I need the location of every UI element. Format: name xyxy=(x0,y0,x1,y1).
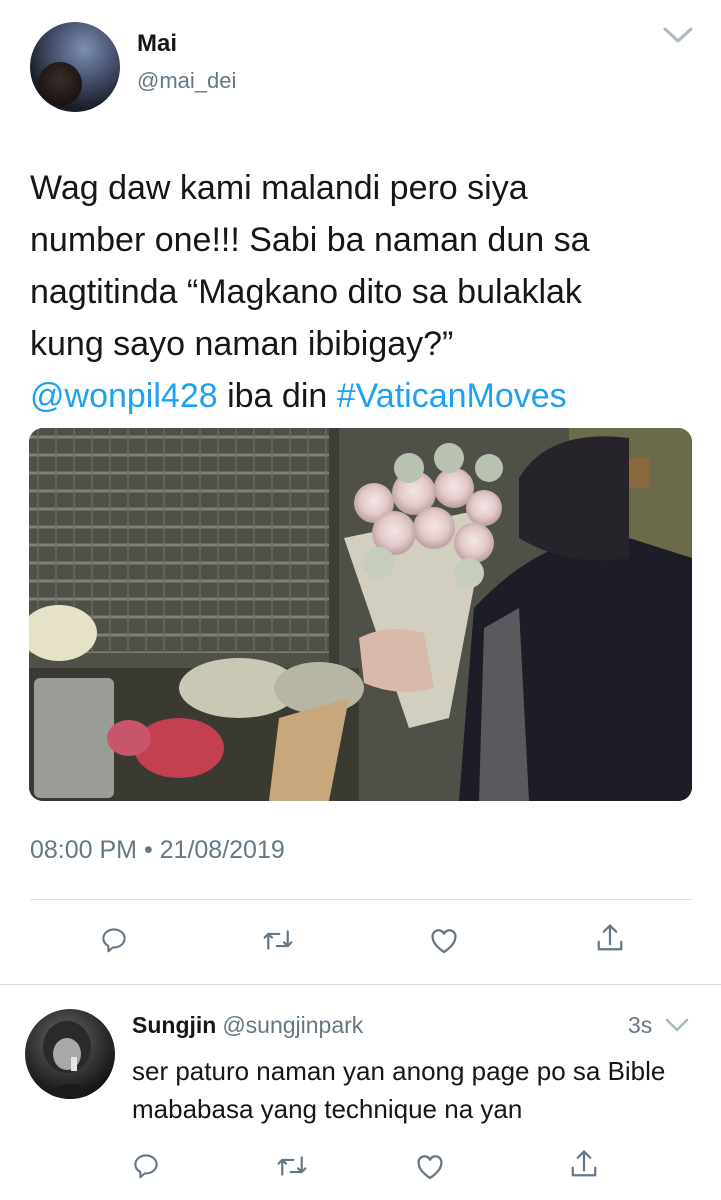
like-icon[interactable] xyxy=(412,1148,448,1184)
tweet-text-middle: iba din xyxy=(217,377,337,415)
reply-icon[interactable] xyxy=(96,922,132,958)
reply-author-handle[interactable]: @sungjinpark xyxy=(222,1012,363,1038)
retweet-icon[interactable] xyxy=(260,922,296,958)
share-icon[interactable] xyxy=(592,920,628,956)
tweet-photo[interactable] xyxy=(29,428,692,801)
chevron-down-icon[interactable] xyxy=(662,24,694,46)
reply-time: 3s xyxy=(628,1012,653,1038)
tweet-line: Wag daw kami malandi pero siya xyxy=(30,169,528,207)
tweet-line-last: @wonpil428 iba din #VaticanMoves xyxy=(30,370,700,422)
reply-author-name[interactable]: Sungjin xyxy=(132,1012,216,1038)
chevron-down-icon[interactable] xyxy=(664,1016,690,1034)
share-icon[interactable] xyxy=(566,1146,602,1182)
author-handle[interactable]: @mai_dei xyxy=(137,68,236,94)
like-icon[interactable] xyxy=(426,922,462,958)
tweet-line: nagtitinda “Magkano dito sa bulaklak xyxy=(30,273,582,311)
reply-avatar[interactable] xyxy=(25,1009,115,1099)
tweet-line: number one!!! Sabi ba naman dun sa xyxy=(30,221,590,259)
tweet-text: Wag daw kami malandi pero siya number on… xyxy=(30,162,700,422)
retweet-icon[interactable] xyxy=(274,1148,310,1184)
author-avatar[interactable] xyxy=(30,22,120,112)
divider xyxy=(0,984,721,985)
tweet-timestamp: 08:00 PM • 21/08/2019 xyxy=(30,836,285,864)
reply-icon[interactable] xyxy=(128,1148,164,1184)
author-name[interactable]: Mai xyxy=(137,30,177,58)
mention-link[interactable]: @wonpil428 xyxy=(30,377,218,415)
tweet-line: kung sayo naman ibibigay?” xyxy=(30,325,454,363)
reply-header: Sungjin @sungjinpark xyxy=(132,1012,363,1039)
hashtag-link[interactable]: #VaticanMoves xyxy=(337,377,567,415)
reply-text: ser paturo naman yan anong page po sa Bi… xyxy=(132,1056,666,1124)
divider xyxy=(30,899,692,900)
